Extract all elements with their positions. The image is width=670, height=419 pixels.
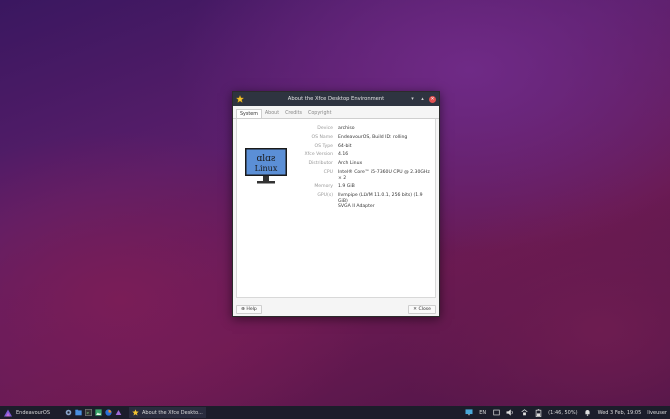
endeavouros-icon: [4, 409, 12, 416]
keyboard-layout[interactable]: EN: [479, 410, 486, 416]
help-label: Help: [246, 306, 257, 312]
gpu-line-1: llvmpipe (LLVM 11.0.1, 256 bits) (1.9 Gi…: [338, 193, 423, 204]
info-value: EndeavourOS, Build ID: rolling: [338, 134, 408, 140]
titlebar[interactable]: About the Xfce Desktop Environment ▾ ▴ ✕: [233, 92, 439, 106]
gpu-line-2: SVGA II Adapter: [338, 204, 375, 210]
window-icon[interactable]: [492, 409, 500, 417]
star-icon: [234, 93, 246, 105]
about-dialog: About the Xfce Desktop Environment ▾ ▴ ✕…: [232, 91, 440, 317]
file-manager-icon[interactable]: [75, 409, 82, 416]
tab-copyright[interactable]: Copyright: [305, 109, 334, 118]
battery-status[interactable]: (1:46, 50%): [548, 410, 577, 416]
notification-bell-icon[interactable]: [584, 409, 592, 417]
info-label: Device: [317, 126, 333, 131]
info-value: Intel® Core™ i5-7360U CPU @ 2.30GHz × 2: [338, 169, 430, 181]
info-row-os-name: OS Name EndeavourOS, Build ID: rolling: [287, 135, 433, 141]
info-label: Memory: [314, 184, 333, 190]
info-row-os-type: OS Type 64-bit: [287, 144, 433, 150]
close-icon: ✕: [413, 306, 417, 312]
system-panel: ɑlɑƨ Linux Device archiso OS Name Endeav…: [236, 119, 436, 298]
volume-icon[interactable]: [506, 409, 514, 417]
close-label: Close: [418, 306, 431, 312]
tab-bar: System About Credits Copyright: [233, 106, 439, 119]
dialog-actions: ⊕ Help ✕ Close: [236, 304, 436, 314]
info-label: OS Name: [311, 134, 333, 140]
info-row-distributor: Distributor Arch Linux: [287, 161, 433, 167]
info-row-xfce-version: Xfce Version 4.16: [287, 152, 433, 158]
info-value-gpu: llvmpipe (LLVM 11.0.1, 256 bits) (1.9 Gi…: [338, 193, 433, 210]
info-row-cpu: CPU Intel® Core™ i5-7360U CPU @ 2.30GHz …: [287, 170, 433, 181]
terminal-icon[interactable]: >: [85, 409, 92, 416]
welcome-icon[interactable]: [115, 409, 122, 416]
monitor-logo: ɑlɑƨ Linux: [245, 148, 287, 184]
close-window-button[interactable]: ✕: [429, 95, 436, 103]
maximize-icon[interactable]: ▴: [419, 96, 426, 103]
info-label: GPU(s): [317, 193, 333, 199]
info-value: Arch Linux: [338, 161, 363, 167]
info-label: Distributor: [308, 161, 333, 167]
svg-text:>: >: [86, 411, 89, 415]
minimize-icon[interactable]: ▾: [409, 96, 416, 103]
logo-text-bottom: Linux: [255, 164, 278, 173]
system-info: Device archiso OS Name EndeavourOS, Buil…: [287, 126, 433, 213]
start-menu-button[interactable]: EndeavourOS: [3, 409, 50, 417]
firefox-icon[interactable]: [105, 409, 112, 416]
info-label: OS Type: [314, 143, 333, 149]
tab-about[interactable]: About: [262, 109, 282, 118]
taskbar-task-about[interactable]: About the Xfce Deskto...: [129, 407, 206, 418]
info-label: CPU: [323, 169, 333, 175]
info-value: archiso: [338, 126, 355, 131]
info-value: 1.9 GiB: [338, 184, 355, 190]
task-label: About the Xfce Deskto...: [142, 409, 203, 416]
tab-credits[interactable]: Credits: [282, 109, 305, 118]
info-label: Xfce Version: [304, 152, 333, 158]
help-icon: ⊕: [241, 306, 245, 312]
help-button[interactable]: ⊕ Help: [236, 304, 262, 314]
battery-icon[interactable]: [534, 408, 542, 417]
logo-text-top: ɑlɑƨ: [256, 154, 275, 164]
taskbar: EndeavourOS > About the Xfce Deskto... E…: [0, 406, 670, 419]
info-row-memory: Memory 1.9 GiB: [287, 184, 433, 190]
network-icon[interactable]: [520, 409, 528, 417]
info-row-device: Device archiso: [287, 126, 433, 132]
close-button[interactable]: ✕ Close: [408, 304, 436, 314]
star-icon: [132, 409, 139, 416]
image-viewer-icon[interactable]: [95, 409, 102, 416]
start-label: EndeavourOS: [16, 409, 50, 416]
info-value: 4.16: [338, 152, 349, 158]
clock[interactable]: Wed 3 Feb, 19:05: [598, 410, 642, 416]
user-name[interactable]: liveuser: [647, 410, 667, 416]
tab-system[interactable]: System: [236, 109, 262, 118]
display-icon[interactable]: [465, 409, 473, 417]
info-value: 64-bit: [338, 143, 352, 149]
settings-launcher-icon[interactable]: [65, 409, 72, 416]
info-row-gpu: GPU(s) llvmpipe (LLVM 11.0.1, 256 bits) …: [287, 193, 433, 210]
